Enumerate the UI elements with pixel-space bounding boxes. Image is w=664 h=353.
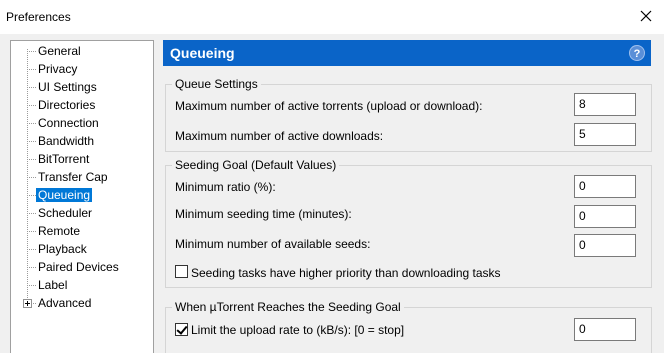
tree-item-label: Transfer Cap [38, 170, 108, 184]
close-icon[interactable] [636, 6, 656, 26]
preferences-tree: General Privacy UI Settings Directories … [10, 40, 154, 353]
tree-item-bandwidth[interactable]: Bandwidth [11, 132, 151, 150]
group-title: Seeding Goal (Default Values) [172, 158, 340, 172]
expand-plus-icon[interactable] [23, 299, 32, 308]
min-ratio-label: Minimum ratio (%): [175, 180, 276, 194]
max-active-downloads-label: Maximum number of active downloads: [175, 129, 384, 143]
tree-item-queueing[interactable]: Queueing [11, 186, 151, 204]
max-active-downloads-input[interactable]: 5 [574, 123, 636, 146]
priority-checkbox[interactable] [175, 265, 188, 278]
tree-item-label: General [38, 44, 81, 58]
tree-item-label: Directories [38, 98, 96, 112]
tree-item-label: Label [38, 278, 68, 292]
tree-item-playback[interactable]: Playback [11, 240, 151, 258]
tree-item-label: Connection [38, 116, 99, 130]
tree-item-ui-settings[interactable]: UI Settings [11, 78, 151, 96]
limit-upload-label: Limit the upload rate to (kB/s): [0 = st… [191, 323, 405, 337]
tree-item-privacy[interactable]: Privacy [11, 60, 151, 78]
tree-item-paired-devices[interactable]: Paired Devices [11, 258, 151, 276]
tree-item-label: Scheduler [38, 206, 93, 220]
tree-item-bittorrent[interactable]: BitTorrent [11, 150, 151, 168]
window-titlebar: Preferences [0, 0, 664, 34]
panel-title: Queueing [170, 45, 235, 61]
min-seeding-time-input[interactable]: 0 [574, 205, 636, 228]
max-active-torrents-label: Maximum number of active torrents (uploa… [175, 99, 483, 113]
group-title: When µTorrent Reaches the Seeding Goal [172, 300, 404, 314]
min-ratio-input[interactable]: 0 [574, 175, 636, 198]
limit-upload-input[interactable]: 0 [574, 318, 636, 341]
help-icon[interactable]: ? [629, 45, 645, 61]
tree-item-general[interactable]: General [11, 42, 151, 60]
tree-item-label: Advanced [38, 296, 92, 310]
tree-item-connection[interactable]: Connection [11, 114, 151, 132]
tree-item-label: Privacy [38, 62, 78, 76]
min-available-seeds-input[interactable]: 0 [574, 234, 636, 257]
tree-item-remote[interactable]: Remote [11, 222, 151, 240]
tree-item-label: BitTorrent [38, 152, 90, 166]
tree-item-label-node[interactable]: Label [11, 276, 151, 294]
min-available-seeds-label: Minimum number of available seeds: [175, 237, 371, 251]
panel-header: Queueing ? [163, 40, 651, 66]
min-seeding-time-label: Minimum seeding time (minutes): [175, 207, 352, 221]
max-active-torrents-input[interactable]: 8 [574, 93, 636, 116]
tree-item-label: Paired Devices [38, 260, 119, 274]
tree-item-directories[interactable]: Directories [11, 96, 151, 114]
tree-item-transfer-cap[interactable]: Transfer Cap [11, 168, 151, 186]
group-title: Queue Settings [172, 77, 261, 91]
priority-checkbox-label: Seeding tasks have higher priority than … [191, 266, 501, 280]
tree-item-advanced[interactable]: Advanced [11, 294, 151, 312]
tree-item-label: UI Settings [38, 80, 97, 94]
window-title: Preferences [6, 10, 71, 24]
tree-item-label: Bandwidth [38, 134, 95, 148]
tree-item-label: Playback [38, 242, 87, 256]
limit-upload-checkbox[interactable] [175, 323, 188, 336]
tree-item-label: Queueing [36, 188, 93, 202]
tree-item-label: Remote [38, 224, 81, 238]
tree-item-scheduler[interactable]: Scheduler [11, 204, 151, 222]
